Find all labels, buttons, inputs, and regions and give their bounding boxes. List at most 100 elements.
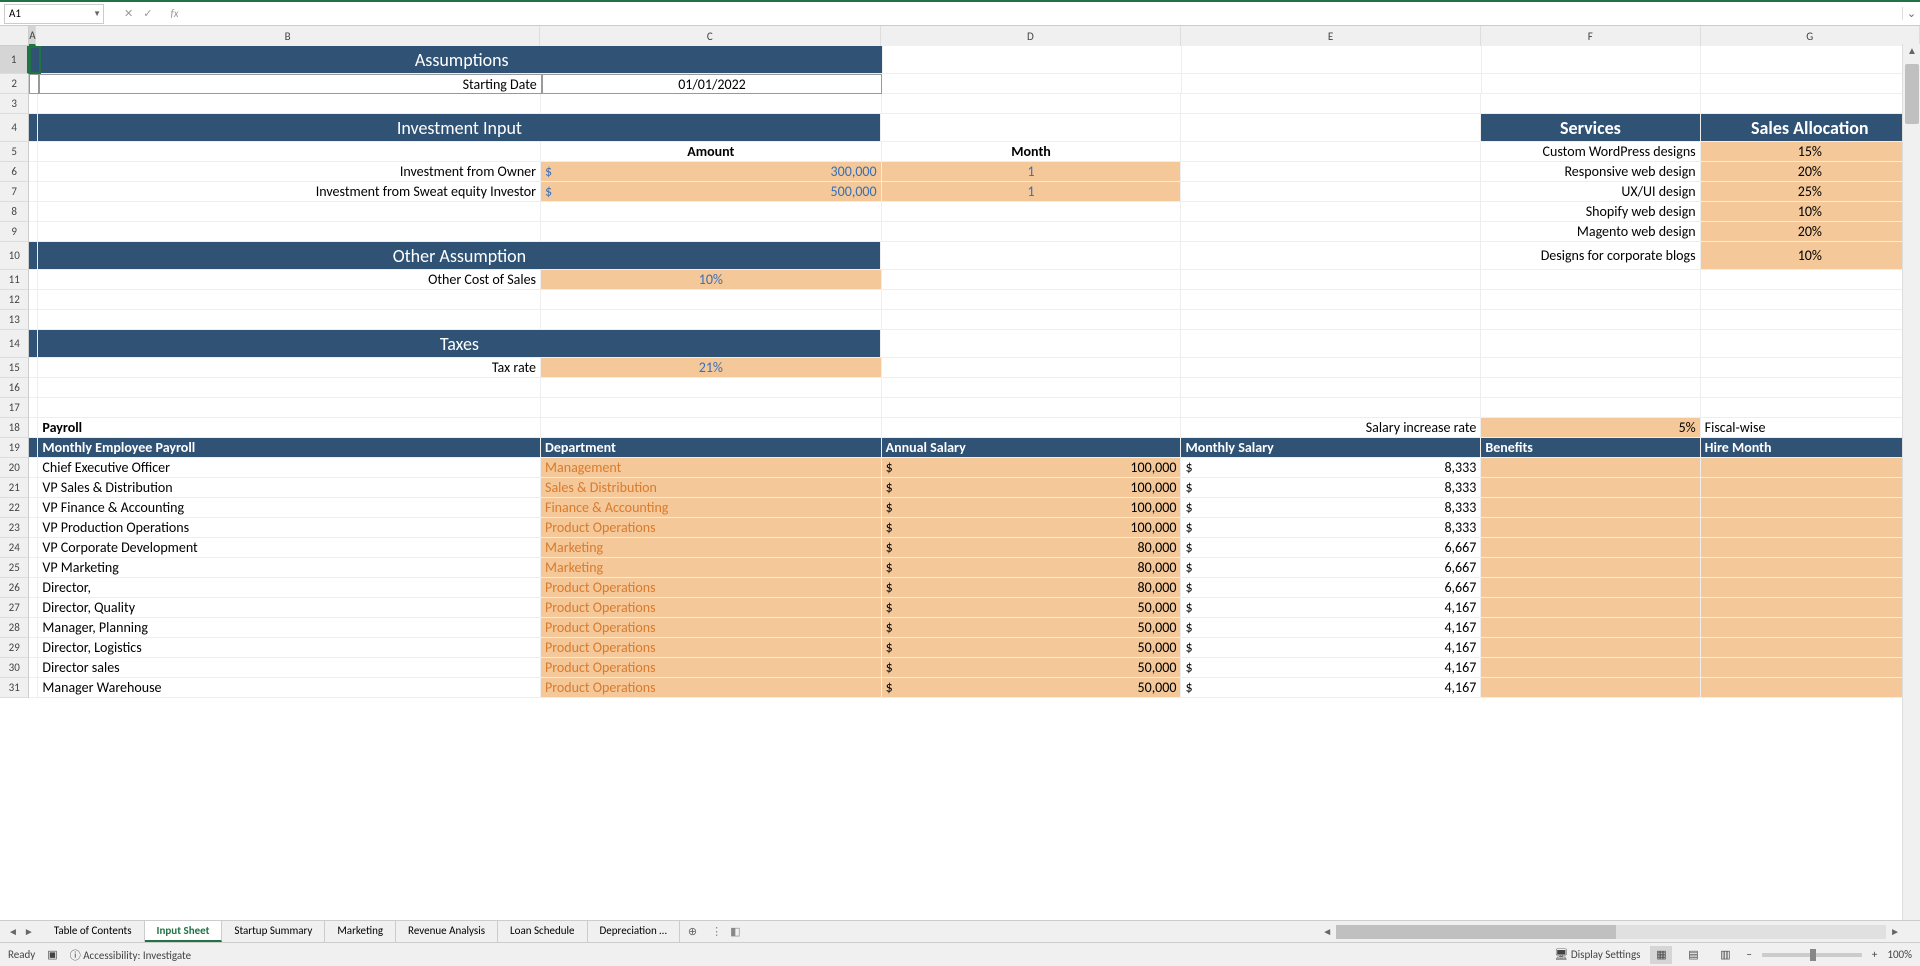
cell[interactable]: Product Operations [541, 658, 882, 678]
zoom-in-button[interactable]: + [1872, 948, 1877, 961]
cell[interactable]: $4,167 [1181, 678, 1481, 698]
cell[interactable]: $500,000 [541, 182, 882, 202]
cell[interactable] [29, 46, 41, 74]
view-normal-button[interactable]: ▦ [1650, 946, 1672, 964]
cell[interactable] [29, 358, 38, 378]
cell[interactable]: $300,000 [541, 162, 882, 182]
cell[interactable]: Investment from Owner [38, 162, 541, 182]
cell[interactable]: Finance & Accounting [541, 498, 882, 518]
cell[interactable] [1181, 182, 1481, 202]
cell[interactable]: Sales Allocation [1701, 114, 1920, 142]
cell[interactable]: Manager, Planning [38, 618, 541, 638]
cell[interactable] [1701, 46, 1920, 74]
cell[interactable] [29, 638, 38, 658]
sheet-tab[interactable]: Table of Contents [42, 921, 145, 942]
row-header[interactable]: 1 [0, 46, 29, 74]
cell[interactable]: UX/UI design [1481, 182, 1700, 202]
cell[interactable] [882, 222, 1182, 242]
cell[interactable]: $6,667 [1181, 538, 1481, 558]
cell[interactable]: Product Operations [541, 598, 882, 618]
cell[interactable] [29, 290, 38, 310]
cell[interactable]: 21% [541, 358, 882, 378]
cell[interactable]: VP Corporate Development [38, 538, 541, 558]
cell[interactable]: 20% [1701, 162, 1920, 182]
cell[interactable]: Payroll [38, 418, 541, 438]
hscroll-left-icon[interactable]: ◄ [1322, 925, 1332, 938]
cell[interactable]: VP Sales & Distribution [38, 478, 541, 498]
sheet-tab[interactable]: Depreciation … [588, 921, 680, 942]
cell[interactable] [1701, 478, 1920, 498]
cell[interactable] [29, 398, 38, 418]
cell[interactable]: Responsive web design [1481, 162, 1700, 182]
row-header[interactable]: 29 [0, 638, 29, 658]
formula-input[interactable] [179, 4, 1902, 24]
name-box-dropdown-icon[interactable]: ▼ [93, 9, 101, 19]
cell[interactable] [541, 94, 882, 114]
cell[interactable] [38, 222, 541, 242]
cell[interactable] [38, 290, 541, 310]
cell[interactable] [883, 46, 1182, 74]
cell[interactable]: 10% [541, 270, 882, 290]
sheet-tab[interactable]: Revenue Analysis [396, 921, 498, 942]
cell[interactable] [1701, 678, 1920, 698]
cell[interactable] [1481, 618, 1700, 638]
tab-nav-next-icon[interactable]: ► [24, 925, 34, 938]
cell[interactable] [29, 242, 38, 270]
cell[interactable] [1481, 678, 1700, 698]
cell[interactable] [882, 290, 1182, 310]
cell[interactable] [882, 270, 1182, 290]
cell[interactable] [1481, 638, 1700, 658]
cell[interactable] [1181, 330, 1481, 358]
cell[interactable]: 20% [1701, 222, 1920, 242]
cell[interactable]: $50,000 [882, 658, 1182, 678]
row-header[interactable]: 18 [0, 418, 29, 438]
cell[interactable] [881, 242, 1181, 270]
cell[interactable]: 1 [882, 182, 1182, 202]
cell[interactable]: $6,667 [1181, 578, 1481, 598]
cell[interactable] [38, 398, 541, 418]
cell[interactable] [1181, 114, 1481, 142]
row-header[interactable]: 2 [0, 74, 29, 94]
cell[interactable] [1481, 598, 1700, 618]
col-header-f[interactable]: F [1481, 26, 1700, 46]
cell[interactable] [29, 222, 38, 242]
cell[interactable] [881, 330, 1181, 358]
cell[interactable] [29, 378, 38, 398]
cell[interactable]: $80,000 [882, 538, 1182, 558]
cell[interactable]: Designs for corporate blogs [1481, 242, 1700, 270]
cell[interactable] [29, 538, 38, 558]
col-header-c[interactable]: C [540, 26, 881, 46]
cell[interactable] [1181, 358, 1481, 378]
cell[interactable] [1481, 378, 1700, 398]
row-header[interactable]: 19 [0, 438, 29, 458]
cell[interactable]: Taxes [38, 330, 881, 358]
worksheet-grid[interactable]: A B C D E F G 1Assumptions2Starting Date… [0, 26, 1920, 698]
cell[interactable]: Other Cost of Sales [38, 270, 541, 290]
cell[interactable] [882, 418, 1182, 438]
cell[interactable]: Other Assumption [38, 242, 881, 270]
cell[interactable] [1182, 74, 1482, 94]
cell[interactable] [881, 114, 1181, 142]
cell[interactable] [29, 618, 38, 638]
cell[interactable] [1701, 330, 1920, 358]
row-header[interactable]: 7 [0, 182, 29, 202]
cell[interactable]: Manager Warehouse [38, 678, 541, 698]
view-pagebreak-button[interactable]: ▥ [1714, 946, 1736, 964]
cell[interactable]: Shopify web design [1481, 202, 1700, 222]
cell[interactable]: Sales & Distribution [541, 478, 882, 498]
cell[interactable] [1182, 46, 1481, 74]
cell[interactable]: $8,333 [1181, 458, 1481, 478]
cell[interactable] [1181, 162, 1481, 182]
cell[interactable] [1481, 538, 1700, 558]
cell[interactable]: Investment from Sweat equity Investor [38, 182, 541, 202]
cell[interactable]: $50,000 [882, 618, 1182, 638]
cell[interactable] [29, 518, 38, 538]
row-header[interactable]: 22 [0, 498, 29, 518]
col-header-b[interactable]: B [36, 26, 539, 46]
cell[interactable] [1701, 94, 1920, 114]
cell[interactable] [38, 378, 541, 398]
cell[interactable]: Custom WordPress designs [1481, 142, 1700, 162]
cell[interactable]: 01/01/2022 [542, 74, 882, 94]
cell[interactable]: 5% [1481, 418, 1700, 438]
row-header[interactable]: 11 [0, 270, 29, 290]
